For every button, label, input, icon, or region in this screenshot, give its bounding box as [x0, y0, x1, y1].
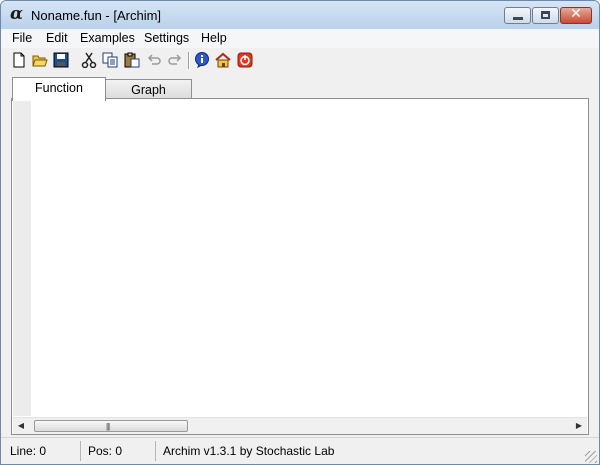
- tab-graph[interactable]: Graph: [105, 79, 192, 99]
- resize-grip-icon[interactable]: [585, 451, 597, 463]
- function-editor[interactable]: ◀ ||| ▶: [11, 98, 589, 435]
- editor-gutter: [13, 100, 31, 416]
- menu-file[interactable]: File: [12, 31, 32, 45]
- menu-edit[interactable]: Edit: [46, 31, 68, 45]
- menu-examples[interactable]: Examples: [80, 31, 135, 45]
- copy-icon[interactable]: [102, 52, 118, 68]
- maximize-button[interactable]: [532, 7, 559, 24]
- grip-icon: |||: [106, 422, 110, 431]
- horizontal-scrollbar[interactable]: ◀ ||| ▶: [13, 417, 587, 434]
- close-button[interactable]: ✕: [560, 6, 592, 24]
- status-line: Line: 0: [3, 441, 81, 461]
- close-icon: ✕: [570, 6, 582, 22]
- menu-settings[interactable]: Settings: [144, 31, 189, 45]
- maximize-icon: [541, 11, 550, 19]
- power-icon[interactable]: [237, 52, 253, 68]
- alpha-app-icon: α: [10, 4, 24, 24]
- paste-icon[interactable]: [124, 52, 140, 68]
- toolbar-separator: [188, 52, 190, 69]
- tab-function[interactable]: Function: [12, 77, 106, 101]
- status-bar: Line: 0 Pos: 0 Archim v1.3.1 by Stochast…: [1, 437, 599, 464]
- status-info: Archim v1.3.1 by Stochastic Lab: [163, 444, 335, 458]
- info-icon[interactable]: [194, 52, 210, 68]
- scroll-right-icon[interactable]: ▶: [571, 418, 587, 434]
- save-icon[interactable]: [53, 52, 69, 68]
- undo-icon[interactable]: [146, 52, 162, 68]
- menu-bar: File Edit Examples Settings Help: [1, 29, 599, 48]
- new-icon[interactable]: [11, 52, 27, 68]
- minimize-button[interactable]: [504, 7, 531, 24]
- cut-icon[interactable]: [81, 52, 97, 68]
- home-icon[interactable]: [215, 52, 231, 68]
- title-bar[interactable]: α Noname.fun - [Archim] ✕: [1, 1, 599, 29]
- toolbar: [1, 49, 599, 71]
- redo-icon[interactable]: [167, 52, 183, 68]
- window-title: Noname.fun - [Archim]: [31, 8, 162, 23]
- minimize-icon: [513, 17, 523, 20]
- tab-control: Graph Function ◀ ||| ▶: [1, 73, 599, 464]
- menu-help[interactable]: Help: [201, 31, 227, 45]
- status-pos: Pos: 0: [81, 441, 156, 461]
- scrollbar-thumb[interactable]: |||: [34, 420, 188, 432]
- scroll-left-icon[interactable]: ◀: [13, 418, 29, 434]
- app-window: α Noname.fun - [Archim] ✕ File Edit Exam…: [0, 0, 600, 465]
- open-icon[interactable]: [32, 52, 48, 68]
